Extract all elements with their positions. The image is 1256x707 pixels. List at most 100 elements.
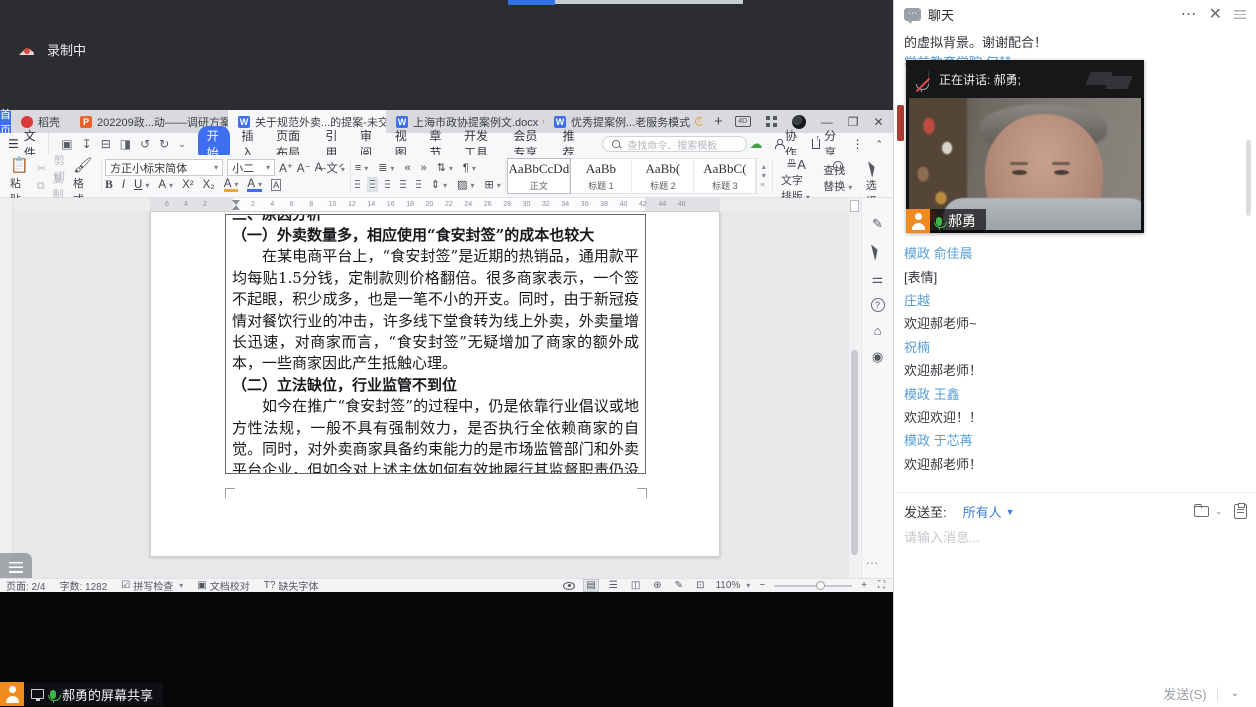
annotate-pen-icon[interactable]: ✎ — [872, 216, 883, 232]
indent-marker[interactable] — [232, 200, 240, 205]
resource-icon[interactable]: ◉ — [872, 349, 883, 365]
bullet-list-button[interactable]: ≡▾ — [355, 162, 368, 174]
vertical-ruler[interactable] — [0, 198, 13, 578]
paste-button[interactable]: 📋 粘贴▾ — [4, 157, 35, 195]
fit-page-icon[interactable]: ⊡ — [694, 580, 706, 591]
save-icon[interactable]: ▣ — [61, 137, 72, 151]
print-icon[interactable]: ⊟ — [101, 137, 111, 151]
align-left-button[interactable] — [355, 180, 360, 189]
file-menu[interactable]: ☰ 文件 — [0, 133, 49, 155]
spell-check-toggle[interactable]: ☑拼写检查▾ — [121, 578, 183, 593]
align-distribute-button[interactable] — [416, 180, 421, 189]
sort-button[interactable]: ⇅▾ — [437, 161, 453, 174]
highlight-color-button[interactable]: A▾ — [224, 178, 239, 192]
subscript-button[interactable]: X₂ — [203, 179, 215, 191]
strikethrough-button[interactable]: A▾ — [158, 179, 173, 191]
find-replace-button[interactable]: 查找替换▾ — [817, 157, 859, 195]
chat-input[interactable]: 请输入消息... — [904, 527, 980, 546]
panel-handle-icon[interactable] — [1234, 10, 1246, 19]
line-spacing-button[interactable]: ⇕▾ — [431, 178, 447, 191]
chat-history-button[interactable]: ⌄ — [1194, 506, 1222, 517]
command-search-box[interactable]: 查找命令、搜索模板 — [602, 136, 747, 152]
customize-toolbar-icon[interactable]: ⌄ — [178, 139, 186, 150]
send-to-selector[interactable]: 所有人 — [963, 502, 1002, 521]
select-button[interactable]: 选择▾ — [860, 157, 889, 195]
zoom-out-button[interactable]: − — [759, 580, 765, 591]
outline-view-icon[interactable]: ☰ — [607, 580, 620, 591]
shading-button[interactable]: ▨▾ — [457, 178, 474, 191]
send-options-caret[interactable]: ⌄ — [1231, 688, 1239, 699]
numbered-list-button[interactable]: ≣▾ — [378, 161, 394, 174]
copy-button[interactable]: ⧉复制 — [37, 177, 65, 195]
zoom-in-button[interactable]: + — [861, 580, 867, 591]
pointer-tool-icon[interactable] — [871, 242, 884, 261]
tab-list-icon[interactable] — [766, 116, 777, 127]
chat-close-icon[interactable]: ✕ — [1209, 4, 1222, 24]
document-page[interactable]: 三、原因分析 （一）外卖数量多，相应使用“食安封签”的成本也较大在某电商平台上，… — [150, 211, 720, 557]
chat-more-icon[interactable]: ⋯ — [1181, 4, 1197, 24]
clear-format-icon[interactable]: A̶ — [315, 162, 323, 174]
document-canvas[interactable]: 三、原因分析 （一）外卖数量多，相应使用“食安封签”的成本也较大在某电商平台上，… — [13, 211, 849, 578]
chat-sender-name[interactable]: 模政 王鑫 — [904, 381, 1244, 404]
style-标题 2[interactable]: AaBb(标题 2 — [632, 159, 694, 193]
character-shading-button[interactable]: A — [271, 179, 281, 191]
font-name-select[interactable]: 方正小标宋简体▾ — [105, 159, 223, 176]
collapse-ribbon-icon[interactable]: ⌃ — [875, 140, 883, 149]
chat-sender-name[interactable]: 模政 俞佳晨 — [904, 241, 1244, 264]
document-scrollbar[interactable] — [849, 198, 860, 578]
more-menu-icon[interactable]: ⋮ — [851, 138, 863, 150]
document-text-frame[interactable]: 三、原因分析 （一）外卖数量多，相应使用“食安封签”的成本也较大在某电商平台上，… — [225, 214, 646, 474]
align-center-button[interactable] — [370, 180, 375, 189]
pinyin-guide-icon[interactable]: 文́▾ — [326, 160, 345, 176]
rail-more-icon[interactable]: ⋯ — [866, 556, 879, 570]
cloud-sync-icon[interactable]: ☁ — [749, 136, 762, 152]
ink-view-icon[interactable]: ✎ — [673, 580, 685, 591]
increase-indent-button[interactable]: » — [421, 162, 427, 174]
chat-sender-name[interactable]: 模政 于芯苒 — [904, 428, 1244, 451]
eye-protect-icon[interactable] — [563, 582, 575, 590]
announcement-icon[interactable] — [1234, 504, 1247, 519]
text-layout-button[interactable]: ≞A 文字排版▾ — [775, 157, 817, 195]
word-count[interactable]: 字数: 1282 — [59, 578, 107, 593]
print-preview-icon[interactable]: ◨ — [120, 137, 131, 151]
undo-icon[interactable]: ↺ — [140, 137, 150, 151]
chat-sender-name[interactable]: 庄越 — [904, 288, 1244, 311]
page-indicator[interactable]: 页面: 2/4 — [6, 578, 45, 593]
fullscreen-icon[interactable]: ⛶ — [876, 580, 887, 591]
align-right-button[interactable] — [385, 180, 390, 189]
tab-home[interactable]: 首页 — [0, 110, 11, 133]
split-view-handle[interactable] — [850, 200, 859, 212]
align-justify-button[interactable] — [400, 180, 405, 189]
tab-document[interactable]: 稻壳 — [11, 110, 70, 133]
zoom-slider[interactable] — [774, 585, 852, 587]
superscript-button[interactable]: X² — [182, 179, 194, 191]
settings-sliders-icon[interactable]: ⚌ — [872, 271, 884, 287]
mobile-sync-icon[interactable]: 4D — [735, 116, 751, 127]
horizontal-ruler[interactable]: 6422468101214161820222426283032343638404… — [13, 198, 893, 211]
grow-font-button[interactable]: A⁺ — [279, 161, 293, 175]
font-size-select[interactable]: 小二▾ — [227, 159, 275, 176]
minimize-button[interactable]: — — [821, 116, 833, 128]
format-painter-button[interactable]: 🖌 格式刷 — [67, 157, 99, 195]
chat-scrollbar-thumb[interactable] — [1246, 140, 1251, 216]
styles-scroll[interactable]: ▲▼≡ — [757, 157, 770, 195]
style-标题 3[interactable]: AaBbC(标题 3 — [694, 159, 756, 193]
send-to-caret-icon[interactable]: ▼ — [1006, 507, 1015, 517]
missing-font-button[interactable]: T?缺失字体 — [264, 578, 319, 593]
scrollbar-thumb[interactable] — [851, 350, 858, 555]
shrink-font-button[interactable]: A⁻ — [297, 161, 311, 175]
underline-button[interactable]: U▾ — [134, 179, 149, 191]
chat-sender-name[interactable]: 祝楠 — [904, 335, 1244, 358]
docer-mall-icon[interactable]: ⌂ — [874, 323, 882, 338]
font-color-button[interactable]: A▾ — [247, 178, 262, 192]
restore-button[interactable]: ❐ — [848, 116, 859, 128]
proofread-button[interactable]: ▣文档校对 — [197, 578, 249, 593]
style-正文[interactable]: AaBbCcDd正文 — [508, 159, 570, 193]
speaker-video-thumbnail[interactable]: 正在讲话: 郝勇; 郝勇 — [906, 60, 1144, 233]
help-icon[interactable]: ? — [871, 298, 885, 312]
bold-button[interactable]: B — [105, 179, 113, 191]
zoom-slider-knob[interactable] — [816, 581, 825, 590]
italic-button[interactable]: I — [122, 179, 125, 191]
send-button[interactable]: 发送(S) — [1163, 684, 1206, 703]
redo-icon[interactable]: ↻ — [159, 137, 169, 151]
